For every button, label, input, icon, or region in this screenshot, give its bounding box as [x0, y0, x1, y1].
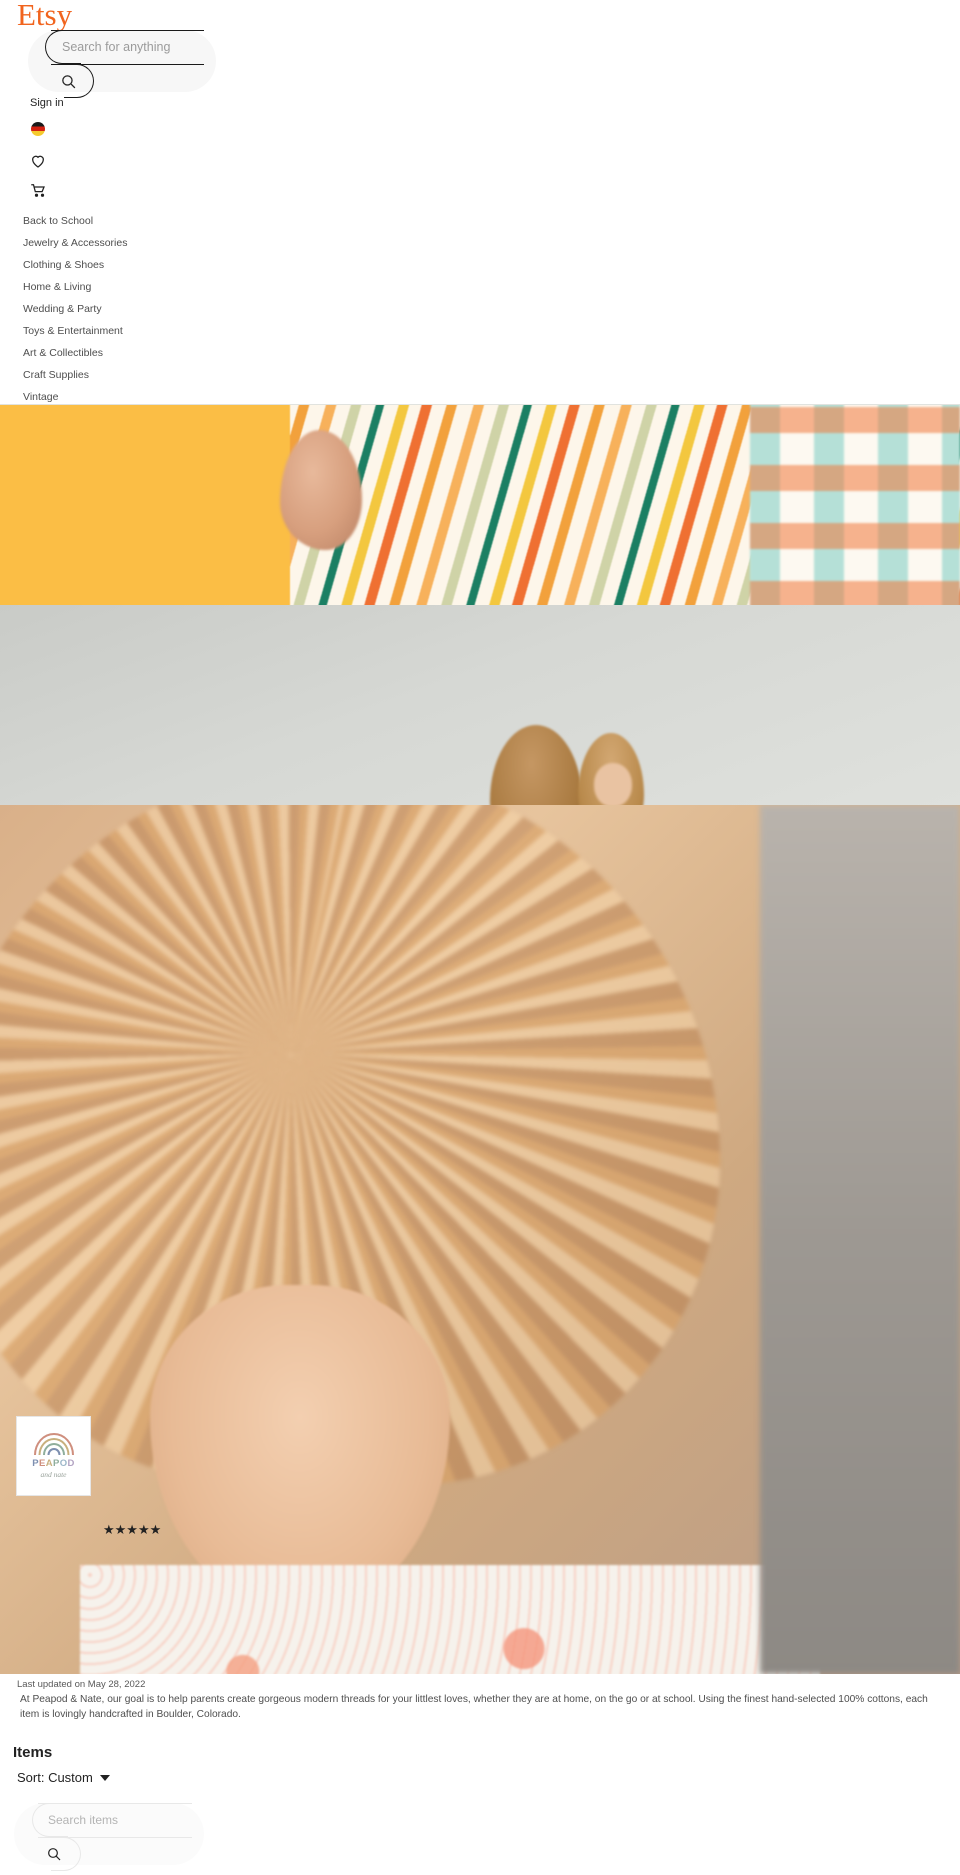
sort-label: Sort: Custom [17, 1770, 93, 1785]
shop-info: Last updated on May 28, 2022 At Peapod &… [0, 1674, 960, 1722]
last-updated-text: Last updated on May 28, 2022 [17, 1679, 146, 1690]
banner-checks [750, 405, 960, 605]
nav-item-jewelry-accessories[interactable]: Jewelry & Accessories [0, 232, 960, 254]
etsy-logo[interactable]: Etsy [17, 0, 72, 32]
search-button[interactable] [55, 68, 81, 94]
global-search [24, 30, 216, 98]
image-right-edge [760, 805, 960, 1674]
shop-logo[interactable]: PEAPOD and nate [16, 1416, 91, 1496]
shop-rating-stars[interactable]: ★★★★★ [103, 1523, 161, 1536]
favorites-button[interactable] [29, 152, 47, 170]
shop-logo-subtitle: and nate [40, 1470, 67, 1479]
shopping-cart-icon [31, 184, 45, 197]
germany-flag-icon[interactable] [31, 122, 45, 136]
nav-item-toys-entertainment[interactable]: Toys & Entertainment [0, 320, 960, 342]
search-icon [48, 1848, 61, 1861]
item-search-input[interactable] [48, 1808, 188, 1832]
shop-hero: PEAPOD and nate ★ Star Seller ★★★★★ Cont… [0, 405, 960, 1674]
child-face-right [594, 763, 632, 805]
chevron-down-icon [99, 1774, 110, 1781]
nav-item-art-collectibles[interactable]: Art & Collectibles [0, 342, 960, 364]
floral-dress [80, 1565, 820, 1674]
header-divider [0, 404, 960, 405]
category-nav: Back to School Jewelry & Accessories Clo… [0, 210, 960, 408]
search-input[interactable] [62, 34, 202, 60]
sign-in-link[interactable]: Sign in [30, 96, 64, 110]
heart-icon [32, 155, 44, 168]
items-heading: Items [13, 1744, 53, 1761]
etsy-shop-page: Etsy Sign in [0, 0, 960, 1875]
item-search-button[interactable] [41, 1842, 67, 1866]
shop-logo-name: PEAPOD [32, 1458, 75, 1469]
cart-button[interactable] [29, 181, 47, 199]
rainbow-icon [33, 1433, 74, 1455]
sort-dropdown[interactable]: Sort: Custom [17, 1770, 110, 1785]
shop-main-image [0, 805, 960, 1674]
site-header: Etsy Sign in [0, 0, 960, 405]
shop-banner-image [0, 405, 960, 605]
shop-secondary-image [0, 605, 960, 805]
nav-item-wedding-party[interactable]: Wedding & Party [0, 298, 960, 320]
items-section: Items Sort: Custom [0, 1722, 960, 1871]
child-head-left [490, 725, 582, 805]
shop-description: At Peapod & Nate, our goal is to help pa… [20, 1694, 928, 1720]
item-search [10, 1803, 205, 1871]
nav-item-craft-supplies[interactable]: Craft Supplies [0, 364, 960, 386]
search-icon [61, 74, 75, 88]
nav-item-clothing-shoes[interactable]: Clothing & Shoes [0, 254, 960, 276]
nav-item-back-to-school[interactable]: Back to School [0, 210, 960, 232]
nav-item-home-living[interactable]: Home & Living [0, 276, 960, 298]
